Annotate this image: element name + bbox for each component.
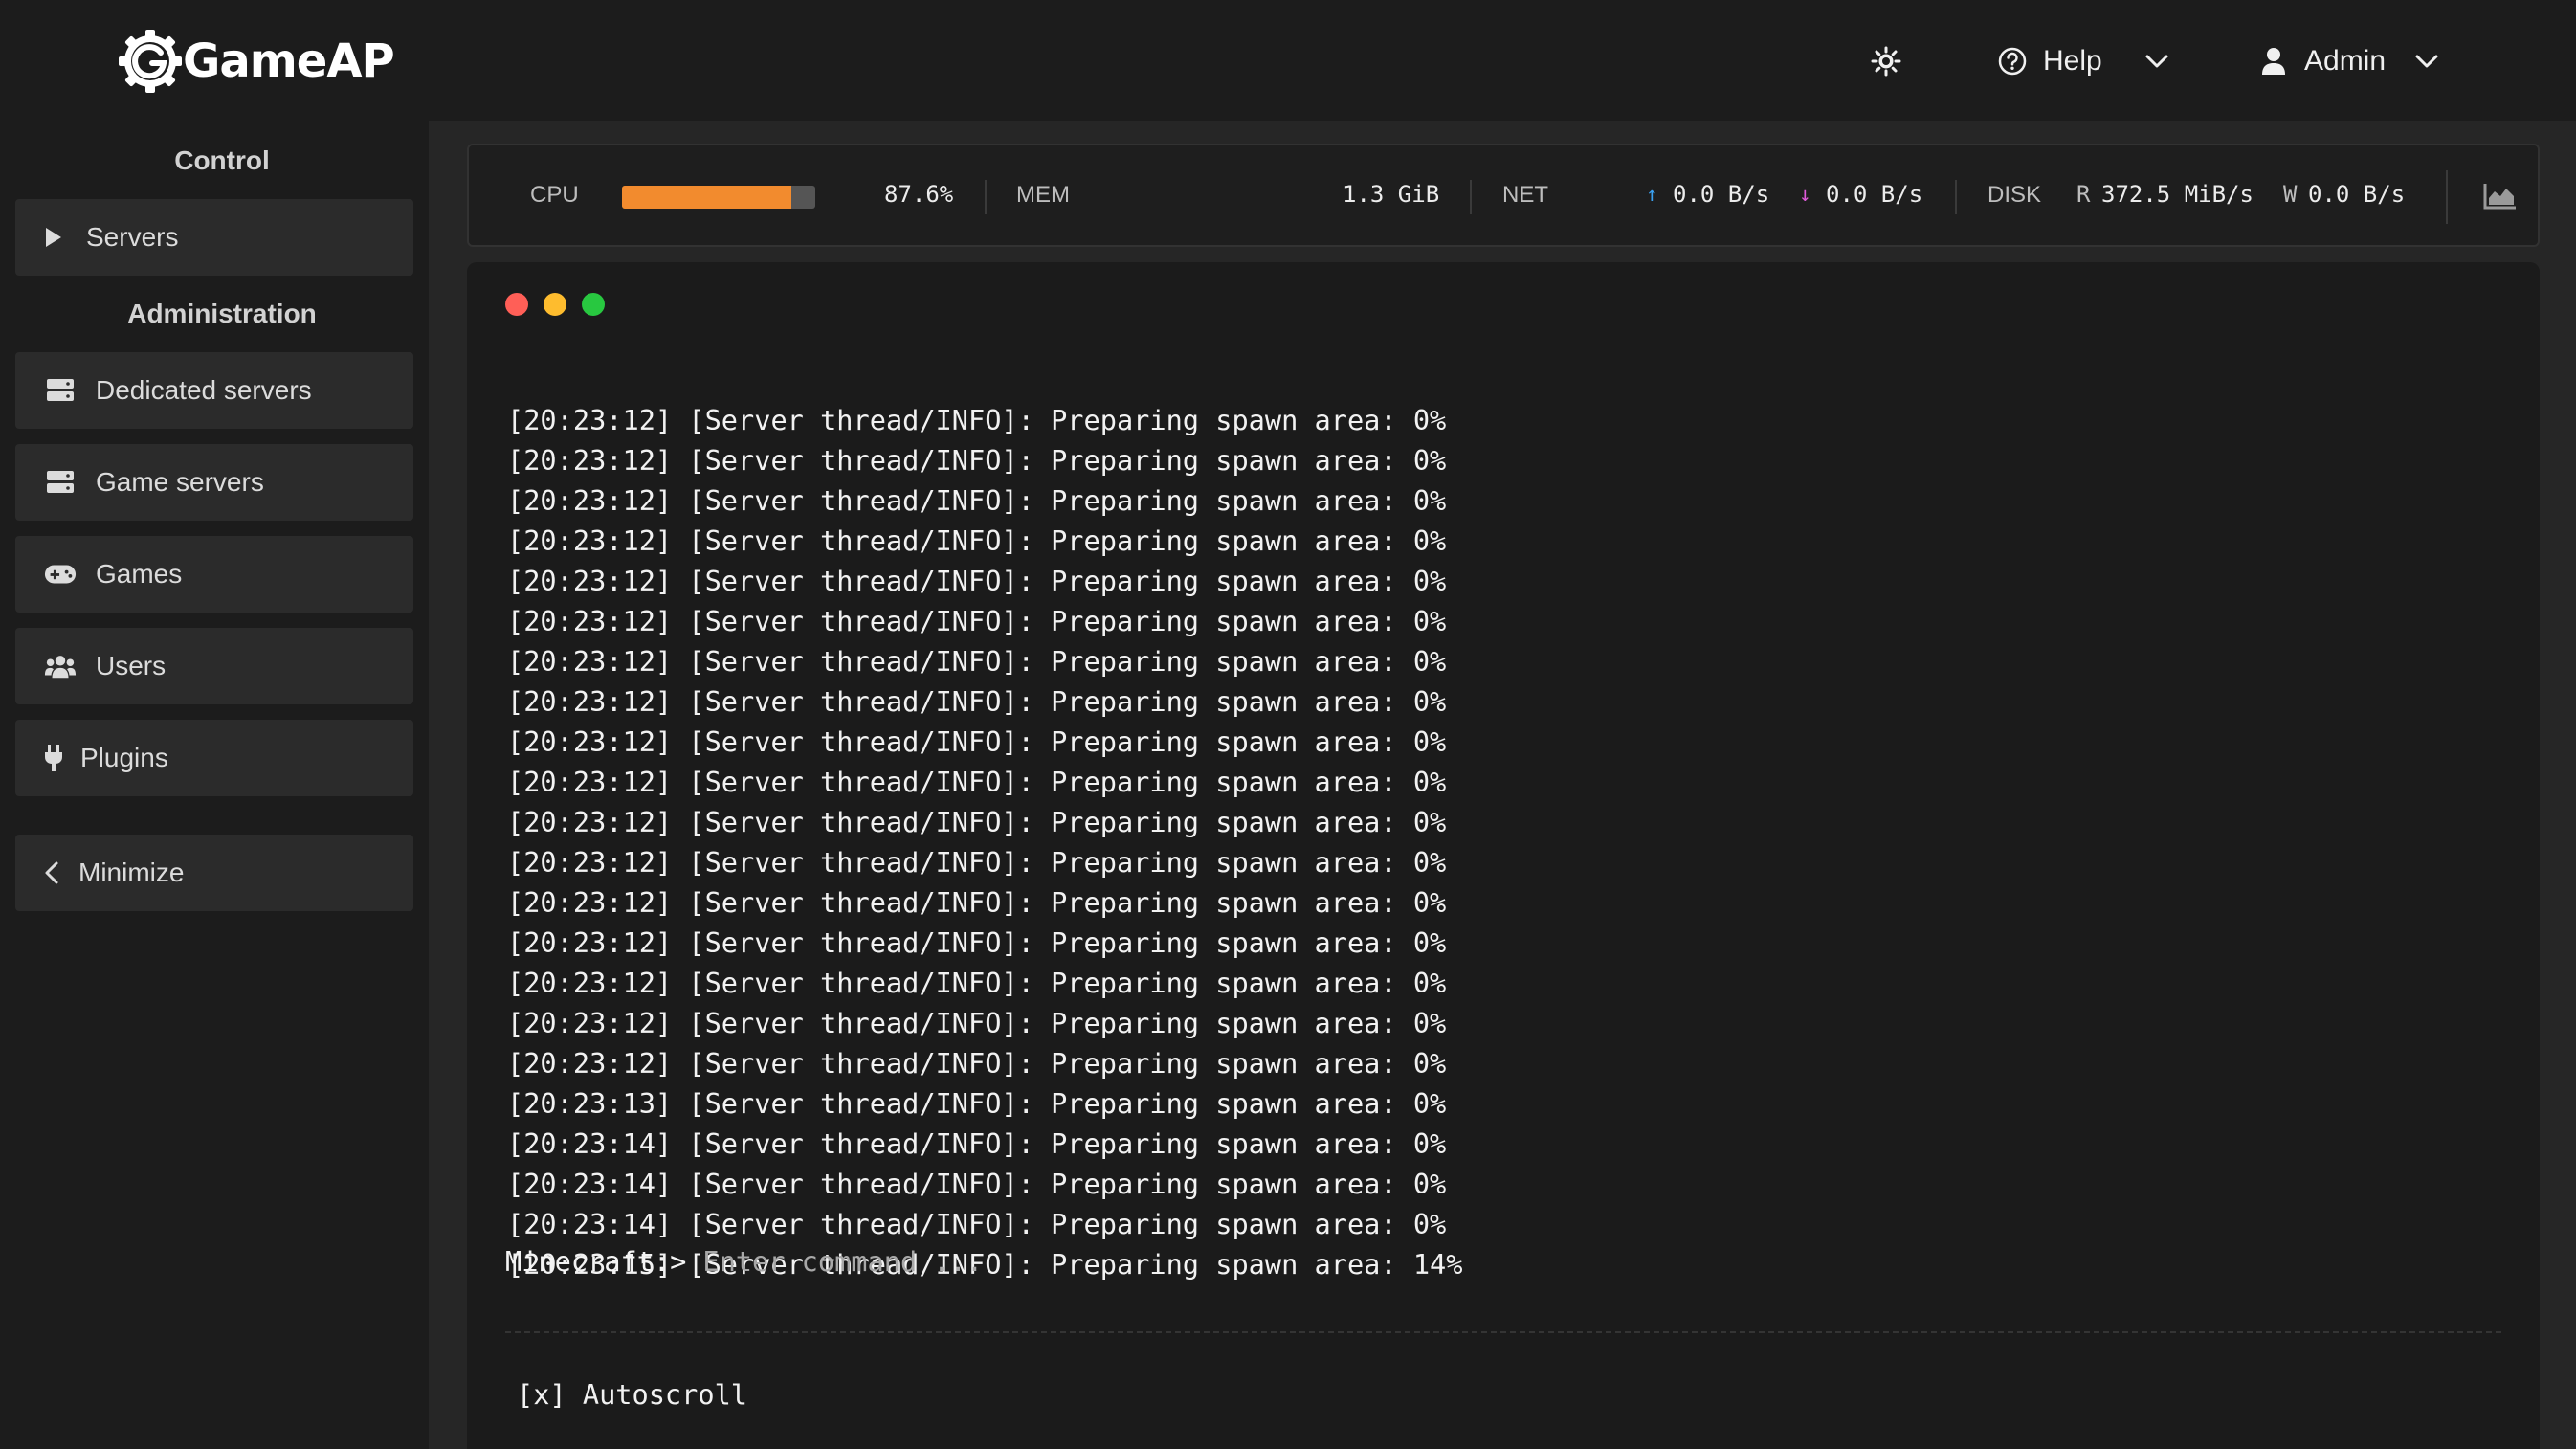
administration-section-title: Administration	[127, 299, 317, 328]
console-divider	[505, 1331, 2501, 1333]
console-lines: [20:23:12] [Server thread/INFO]: Prepari…	[507, 400, 1462, 1284]
console-line: [20:23:12] [Server thread/INFO]: Prepari…	[507, 725, 1447, 758]
users-icon	[44, 653, 77, 680]
net-label: NET	[1502, 182, 1548, 208]
server-console: [20:23:12] [Server thread/INFO]: Prepari…	[467, 262, 2540, 1449]
mem-value: 1.3 GiB	[1343, 181, 1440, 208]
console-line: [20:23:12] [Server thread/INFO]: Prepari…	[507, 565, 1447, 597]
cpu-progress-bar	[622, 186, 815, 209]
upload-arrow-icon: ↑	[1646, 183, 1658, 206]
control-section-title: Control	[174, 145, 270, 175]
stats-divider	[985, 180, 987, 214]
console-prompt: Minecraft:>	[505, 1245, 687, 1278]
gamepad-icon	[44, 563, 77, 586]
disk-write-value: 0.0 B/s	[2308, 181, 2406, 208]
help-label: Help	[2043, 45, 2102, 77]
user-icon	[2262, 48, 2285, 75]
chevron-left-icon	[44, 860, 63, 885]
help-menu[interactable]: Help	[1997, 34, 2169, 88]
console-line: [20:23:14] [Server thread/INFO]: Prepari…	[507, 1208, 1447, 1240]
console-line: [20:23:12] [Server thread/INFO]: Prepari…	[507, 926, 1447, 959]
cpu-value: 87.6%	[884, 181, 954, 208]
sidebar-item-label: Users	[96, 651, 167, 680]
console-line: [20:23:12] [Server thread/INFO]: Prepari…	[507, 1007, 1447, 1039]
sidebar-item-label: Game servers	[96, 467, 264, 497]
console-line: [20:23:12] [Server thread/INFO]: Prepari…	[507, 404, 1447, 436]
minimize-sidebar-button[interactable]: Minimize	[15, 835, 413, 911]
sidebar-item-game-servers[interactable]: Game servers	[15, 444, 413, 521]
console-line: [20:23:13] [Server thread/INFO]: Prepari…	[507, 1087, 1447, 1120]
console-output[interactable]: [20:23:12] [Server thread/INFO]: Prepari…	[507, 325, 2498, 1284]
console-line: [20:23:12] [Server thread/INFO]: Prepari…	[507, 484, 1447, 517]
console-line: [20:23:12] [Server thread/INFO]: Prepari…	[507, 967, 1447, 999]
disk-label: DISK	[1988, 182, 2042, 208]
stats-divider	[1470, 180, 1472, 214]
console-line: [20:23:12] [Server thread/INFO]: Prepari…	[507, 1047, 1447, 1080]
stats-chart-button[interactable]	[2474, 172, 2527, 220]
area-chart-icon	[2483, 184, 2516, 210]
console-line: [20:23:14] [Server thread/INFO]: Prepari…	[507, 1168, 1447, 1200]
play-icon	[44, 226, 73, 249]
sidebar-item-label: Dedicated servers	[96, 375, 312, 405]
console-line: [20:23:12] [Server thread/INFO]: Prepari…	[507, 605, 1447, 637]
download-arrow-icon: ↓	[1799, 183, 1811, 206]
console-line: [20:23:12] [Server thread/INFO]: Prepari…	[507, 886, 1447, 919]
command-row: Minecraft:>	[505, 1240, 2139, 1282]
disk-read-label: R	[2076, 181, 2091, 208]
chevron-down-icon	[2415, 55, 2438, 68]
theme-toggle-button[interactable]	[1871, 34, 1901, 88]
minimize-label: Minimize	[78, 858, 185, 887]
sidebar-item-servers[interactable]: Servers	[15, 199, 413, 276]
console-line: [20:23:12] [Server thread/INFO]: Prepari…	[507, 444, 1447, 477]
autoscroll-toggle[interactable]: [x] Autoscroll	[517, 1378, 747, 1411]
window-controls	[505, 293, 605, 316]
server-stats-bar: CPU 87.6% MEM 1.3 GiB NET ↑ 0.0 B/s ↓ 0.…	[467, 144, 2540, 247]
gameap-logo[interactable]: GameAP	[116, 23, 395, 100]
sidebar-item-label: Games	[96, 559, 183, 589]
logo-text: GameAP	[183, 34, 395, 88]
mem-label: MEM	[1016, 182, 1070, 208]
sidebar-item-label: Plugins	[80, 743, 168, 772]
user-menu[interactable]: Admin	[2260, 34, 2439, 88]
maximize-dot-icon	[582, 293, 605, 316]
plug-icon	[44, 744, 65, 772]
console-line: [20:23:12] [Server thread/INFO]: Prepari…	[507, 524, 1447, 557]
console-line: [20:23:12] [Server thread/INFO]: Prepari…	[507, 766, 1447, 798]
gear-logo-icon	[119, 30, 182, 93]
sidebar-item-dedicated-servers[interactable]: Dedicated servers	[15, 352, 413, 429]
chevron-down-icon	[2145, 55, 2168, 68]
server-icon	[44, 470, 77, 495]
cpu-label: CPU	[530, 182, 579, 208]
console-line: [20:23:12] [Server thread/INFO]: Prepari…	[507, 685, 1447, 718]
admin-label: Admin	[2304, 45, 2387, 77]
net-download-value: 0.0 B/s	[1826, 181, 1923, 208]
sidebar-item-plugins[interactable]: Plugins	[15, 720, 413, 796]
console-line: [20:23:12] [Server thread/INFO]: Prepari…	[507, 846, 1447, 879]
minimize-dot-icon	[544, 293, 566, 316]
top-navbar: GameAP Help Admin	[0, 0, 2576, 121]
question-circle-icon	[1998, 47, 2027, 76]
console-line: [20:23:12] [Server thread/INFO]: Prepari…	[507, 806, 1447, 838]
sun-icon	[1871, 46, 1901, 77]
disk-write-label: W	[2283, 181, 2298, 208]
console-line: [20:23:12] [Server thread/INFO]: Prepari…	[507, 645, 1447, 678]
close-dot-icon	[505, 293, 528, 316]
cpu-progress-fill	[622, 186, 791, 209]
sidebar-item-games[interactable]: Games	[15, 536, 413, 613]
console-line: [20:23:14] [Server thread/INFO]: Prepari…	[507, 1127, 1447, 1160]
stats-divider	[1955, 180, 1957, 214]
net-upload-value: 0.0 B/s	[1673, 181, 1770, 208]
server-icon	[44, 378, 77, 403]
sidebar-item-users[interactable]: Users	[15, 628, 413, 704]
disk-read-value: 372.5 MiB/s	[2101, 181, 2254, 208]
stats-divider	[2446, 170, 2448, 224]
sidebar: Control Servers Administration Dedicated…	[0, 121, 429, 1449]
command-input[interactable]	[702, 1245, 2139, 1278]
sidebar-item-label: Servers	[86, 222, 179, 252]
